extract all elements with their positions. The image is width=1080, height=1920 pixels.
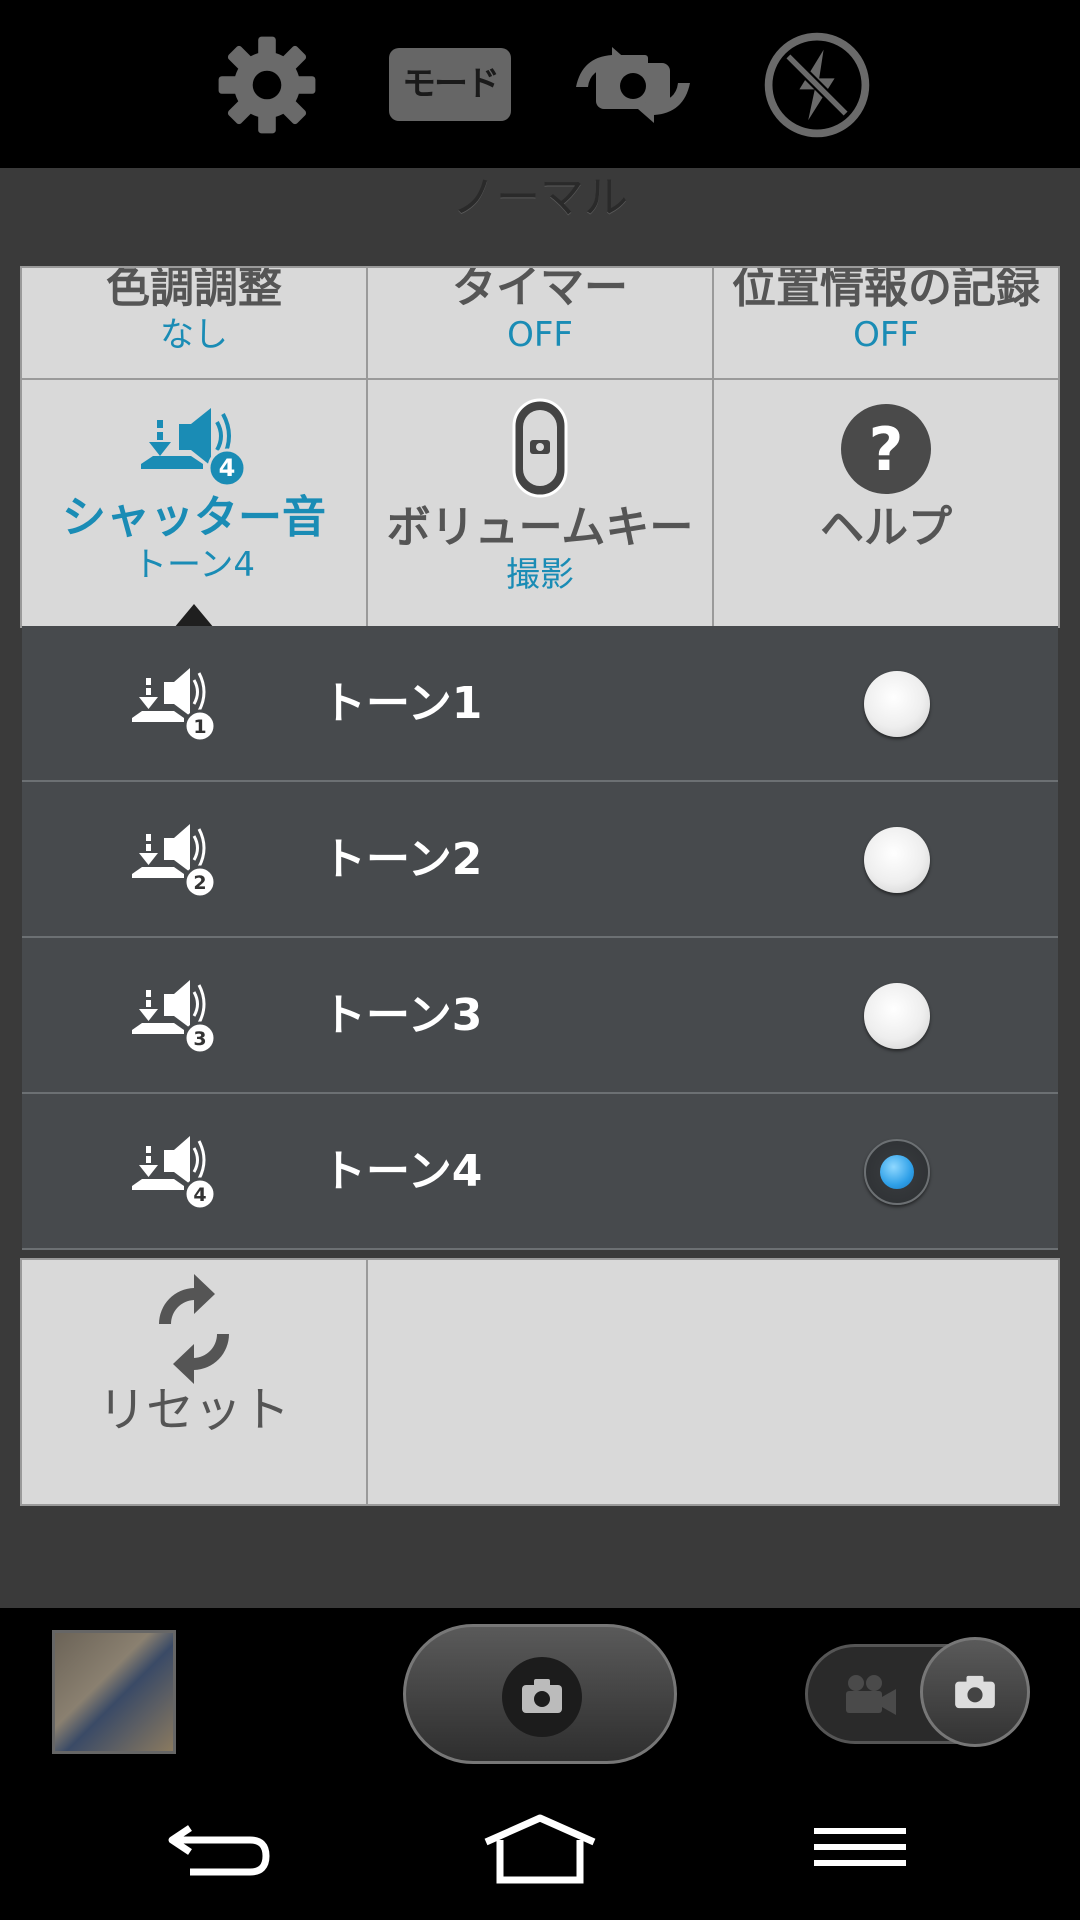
mode-button[interactable]: モード bbox=[389, 48, 511, 121]
reset-label: リセット bbox=[97, 1382, 290, 1438]
switch-knob[interactable] bbox=[920, 1637, 1030, 1747]
setting-help[interactable]: ? ヘルプ bbox=[712, 378, 1060, 628]
camera-control-bar bbox=[0, 1608, 1080, 1780]
settings-panel: ノーマル 色調調整 なし タイマー OFF 位置情報の記録 OFF 4 シャッタ… bbox=[0, 168, 1080, 1608]
photo-video-switch[interactable] bbox=[805, 1637, 1030, 1747]
tone-label: トーン3 bbox=[322, 990, 483, 1041]
tone-option-3[interactable]: 3 トーン3 bbox=[22, 938, 1058, 1094]
home-icon[interactable] bbox=[480, 1810, 600, 1890]
setting-label: 位置情報の記録 bbox=[732, 266, 1040, 313]
reset-icon bbox=[159, 1274, 229, 1384]
svg-text:4: 4 bbox=[219, 454, 236, 482]
setting-label: ボリュームキー bbox=[386, 502, 694, 553]
shutter-sound-icon: 1 bbox=[132, 668, 216, 743]
tone-label: トーン1 bbox=[322, 678, 483, 729]
setting-label: シャッター音 bbox=[62, 492, 326, 543]
svg-text:3: 3 bbox=[193, 1028, 206, 1050]
tone-option-2[interactable]: 2 トーン2 bbox=[22, 782, 1058, 938]
tone-option-1[interactable]: 1 トーン1 bbox=[22, 626, 1058, 782]
shutter-sound-icon: 2 bbox=[132, 824, 216, 899]
flash-off-icon[interactable] bbox=[762, 30, 872, 140]
svg-text:1: 1 bbox=[193, 716, 206, 738]
tone-radio-button[interactable] bbox=[864, 671, 930, 737]
reset-button[interactable]: リセット bbox=[20, 1258, 368, 1506]
setting-value: 撮影 bbox=[506, 555, 574, 595]
setting-label: ヘルプ bbox=[820, 502, 952, 553]
tone-radio-button[interactable] bbox=[864, 983, 930, 1049]
menu-icon[interactable] bbox=[800, 1810, 920, 1890]
mode-name-label: ノーマル bbox=[452, 172, 628, 223]
shutter-sound-icon: 3 bbox=[132, 980, 216, 1055]
setting-timer[interactable]: タイマー OFF bbox=[366, 266, 714, 380]
empty-cell bbox=[366, 1258, 1060, 1506]
shutter-sound-icon: 4 bbox=[132, 1136, 216, 1211]
camera-icon bbox=[502, 1657, 582, 1737]
setting-value: トーン4 bbox=[133, 545, 255, 585]
setting-shutter-sound[interactable]: 4 シャッター音 トーン4 bbox=[20, 378, 368, 628]
svg-text:?: ? bbox=[869, 415, 904, 485]
system-nav-bar bbox=[0, 1780, 1080, 1920]
tone-label: トーン2 bbox=[322, 834, 483, 885]
setting-location-record[interactable]: 位置情報の記録 OFF bbox=[712, 266, 1060, 380]
help-icon: ? bbox=[841, 404, 931, 494]
selection-pointer bbox=[174, 604, 214, 628]
gear-icon[interactable] bbox=[212, 30, 322, 140]
back-icon[interactable] bbox=[160, 1810, 280, 1890]
last-photo-thumbnail[interactable] bbox=[52, 1630, 176, 1754]
svg-text:2: 2 bbox=[193, 872, 206, 894]
setting-volume-key[interactable]: ボリュームキー 撮影 bbox=[366, 378, 714, 628]
svg-text:4: 4 bbox=[193, 1184, 206, 1206]
shutter-sound-icon: 4 bbox=[141, 408, 247, 488]
camera-top-bar: モード bbox=[0, 0, 1080, 168]
shutter-button[interactable] bbox=[403, 1624, 677, 1764]
setting-value: OFF bbox=[507, 315, 573, 355]
setting-value: なし bbox=[160, 315, 228, 355]
camera-icon bbox=[955, 1675, 995, 1709]
switch-camera-icon[interactable] bbox=[568, 30, 698, 140]
tone-radio-button[interactable] bbox=[864, 827, 930, 893]
setting-color-tone[interactable]: 色調調整 なし bbox=[20, 266, 368, 380]
setting-label: 色調調整 bbox=[106, 266, 282, 313]
setting-value: OFF bbox=[853, 315, 919, 355]
tone-option-4[interactable]: 4 トーン4 bbox=[22, 1094, 1058, 1250]
video-camera-icon bbox=[846, 1675, 896, 1715]
tone-label: トーン4 bbox=[322, 1146, 483, 1197]
tone-radio-button-selected[interactable] bbox=[864, 1139, 930, 1205]
setting-label: タイマー bbox=[452, 266, 628, 313]
volume-key-icon bbox=[512, 398, 568, 498]
